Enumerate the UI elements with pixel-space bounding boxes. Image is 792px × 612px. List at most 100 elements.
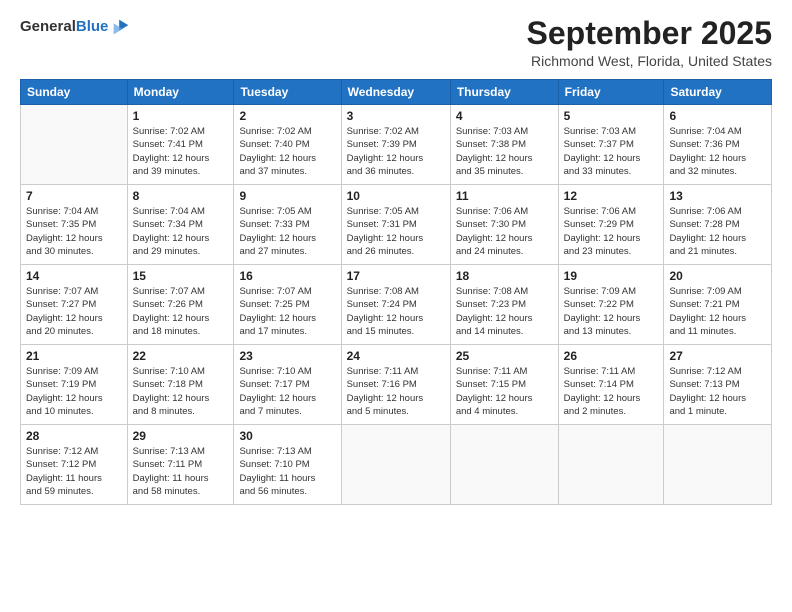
day-number: 10 [347,189,445,203]
day-number: 18 [456,269,553,283]
day-number: 25 [456,349,553,363]
calendar-cell: 19 Sunrise: 7:09 AMSunset: 7:22 PMDayligh… [558,265,664,345]
calendar-cell: 2Sunrise: 7:02 AMSunset: 7:40 PMDaylight… [234,105,341,185]
calendar-table: Sunday Monday Tuesday Wednesday Thursday… [20,79,772,505]
calendar-cell: 26 Sunrise: 7:11 AMSunset: 7:14 PMDayligh… [558,345,664,425]
calendar-cell: 18 Sunrise: 7:08 AMSunset: 7:23 PMDayligh… [450,265,558,345]
day-number: 17 [347,269,445,283]
day-info: Sunrise: 7:07 AMSunset: 7:26 PMDaylight:… [133,285,229,338]
header: GeneralBlue September 2025 Richmond West… [20,16,772,69]
header-sunday: Sunday [21,80,128,105]
location: Richmond West, Florida, United States [527,53,772,69]
calendar-cell: 9Sunrise: 7:05 AMSunset: 7:33 PMDaylight… [234,185,341,265]
day-number: 3 [347,109,445,123]
header-wednesday: Wednesday [341,80,450,105]
calendar-cell [558,425,664,505]
day-number: 9 [239,189,335,203]
calendar-cell: 12 Sunrise: 7:06 AMSunset: 7:29 PMDayligh… [558,185,664,265]
day-number: 14 [26,269,122,283]
header-thursday: Thursday [450,80,558,105]
day-number: 26 [564,349,659,363]
day-number: 4 [456,109,553,123]
day-number: 30 [239,429,335,443]
calendar-cell [450,425,558,505]
title-block: September 2025 Richmond West, Florida, U… [527,16,772,69]
day-number: 22 [133,349,229,363]
day-info: Sunrise: 7:03 AMSunset: 7:37 PMDaylight:… [564,125,659,178]
logo: GeneralBlue [20,16,132,38]
calendar-cell: 16 Sunrise: 7:07 AMSunset: 7:25 PMDayligh… [234,265,341,345]
day-info: Sunrise: 7:10 AMSunset: 7:18 PMDaylight:… [133,365,229,418]
calendar-cell: 14Sunrise: 7:07 AMSunset: 7:27 PMDayligh… [21,265,128,345]
day-number: 2 [239,109,335,123]
day-number: 15 [133,269,229,283]
header-tuesday: Tuesday [234,80,341,105]
day-info: Sunrise: 7:04 AMSunset: 7:36 PMDaylight:… [669,125,766,178]
calendar-cell: 23Sunrise: 7:10 AMSunset: 7:17 PMDayligh… [234,345,341,425]
day-info: Sunrise: 7:08 AMSunset: 7:23 PMDaylight:… [456,285,553,338]
day-info: Sunrise: 7:12 AMSunset: 7:12 PMDaylight:… [26,445,122,498]
calendar-cell: 1 Sunrise: 7:02 AMSunset: 7:41 PMDaylight… [127,105,234,185]
calendar-cell: 7 Sunrise: 7:04 AMSunset: 7:35 PMDaylight… [21,185,128,265]
calendar-cell [341,425,450,505]
calendar-week-3: 14Sunrise: 7:07 AMSunset: 7:27 PMDayligh… [21,265,772,345]
day-number: 5 [564,109,659,123]
calendar-cell: 24 Sunrise: 7:11 AMSunset: 7:16 PMDayligh… [341,345,450,425]
header-monday: Monday [127,80,234,105]
day-number: 13 [669,189,766,203]
weekday-header-row: Sunday Monday Tuesday Wednesday Thursday… [21,80,772,105]
calendar-cell: 22 Sunrise: 7:10 AMSunset: 7:18 PMDayligh… [127,345,234,425]
day-number: 20 [669,269,766,283]
calendar-cell: 20Sunrise: 7:09 AMSunset: 7:21 PMDayligh… [664,265,772,345]
day-info: Sunrise: 7:13 AMSunset: 7:10 PMDaylight:… [239,445,335,498]
day-info: Sunrise: 7:06 AMSunset: 7:29 PMDaylight:… [564,205,659,258]
day-info: Sunrise: 7:02 AMSunset: 7:41 PMDaylight:… [133,125,229,178]
calendar-week-2: 7 Sunrise: 7:04 AMSunset: 7:35 PMDaylight… [21,185,772,265]
month-title: September 2025 [527,16,772,51]
day-number: 1 [133,109,229,123]
day-number: 12 [564,189,659,203]
header-saturday: Saturday [664,80,772,105]
day-info: Sunrise: 7:08 AMSunset: 7:24 PMDaylight:… [347,285,445,338]
calendar-cell: 5 Sunrise: 7:03 AMSunset: 7:37 PMDaylight… [558,105,664,185]
day-info: Sunrise: 7:07 AMSunset: 7:25 PMDaylight:… [239,285,335,338]
day-number: 28 [26,429,122,443]
day-number: 24 [347,349,445,363]
calendar-cell: 28 Sunrise: 7:12 AMSunset: 7:12 PMDayligh… [21,425,128,505]
calendar-cell: 25 Sunrise: 7:11 AMSunset: 7:15 PMDayligh… [450,345,558,425]
day-number: 27 [669,349,766,363]
calendar-cell: 8Sunrise: 7:04 AMSunset: 7:34 PMDaylight… [127,185,234,265]
day-info: Sunrise: 7:02 AMSunset: 7:39 PMDaylight:… [347,125,445,178]
calendar-cell [664,425,772,505]
calendar-cell: 11Sunrise: 7:06 AMSunset: 7:30 PMDayligh… [450,185,558,265]
day-number: 7 [26,189,122,203]
day-info: Sunrise: 7:03 AMSunset: 7:38 PMDaylight:… [456,125,553,178]
calendar-cell: 10Sunrise: 7:05 AMSunset: 7:31 PMDayligh… [341,185,450,265]
day-number: 19 [564,269,659,283]
day-info: Sunrise: 7:11 AMSunset: 7:15 PMDaylight:… [456,365,553,418]
calendar-cell: 15 Sunrise: 7:07 AMSunset: 7:26 PMDayligh… [127,265,234,345]
day-number: 29 [133,429,229,443]
day-number: 16 [239,269,335,283]
calendar-cell: 13 Sunrise: 7:06 AMSunset: 7:28 PMDayligh… [664,185,772,265]
day-info: Sunrise: 7:12 AMSunset: 7:13 PMDaylight:… [669,365,766,418]
day-number: 6 [669,109,766,123]
calendar-cell: 29 Sunrise: 7:13 AMSunset: 7:11 PMDayligh… [127,425,234,505]
day-info: Sunrise: 7:09 AMSunset: 7:22 PMDaylight:… [564,285,659,338]
logo-text: GeneralBlue [20,18,108,36]
day-info: Sunrise: 7:11 AMSunset: 7:16 PMDaylight:… [347,365,445,418]
calendar-cell: 3 Sunrise: 7:02 AMSunset: 7:39 PMDaylight… [341,105,450,185]
day-info: Sunrise: 7:09 AMSunset: 7:19 PMDaylight:… [26,365,122,418]
day-info: Sunrise: 7:11 AMSunset: 7:14 PMDaylight:… [564,365,659,418]
calendar-cell: 21 Sunrise: 7:09 AMSunset: 7:19 PMDayligh… [21,345,128,425]
day-info: Sunrise: 7:06 AMSunset: 7:28 PMDaylight:… [669,205,766,258]
day-info: Sunrise: 7:04 AMSunset: 7:34 PMDaylight:… [133,205,229,258]
day-number: 23 [239,349,335,363]
day-info: Sunrise: 7:04 AMSunset: 7:35 PMDaylight:… [26,205,122,258]
day-number: 21 [26,349,122,363]
calendar-cell: 17 Sunrise: 7:08 AMSunset: 7:24 PMDayligh… [341,265,450,345]
day-number: 11 [456,189,553,203]
day-info: Sunrise: 7:13 AMSunset: 7:11 PMDaylight:… [133,445,229,498]
calendar-cell: 4 Sunrise: 7:03 AMSunset: 7:38 PMDaylight… [450,105,558,185]
page: GeneralBlue September 2025 Richmond West… [0,0,792,612]
